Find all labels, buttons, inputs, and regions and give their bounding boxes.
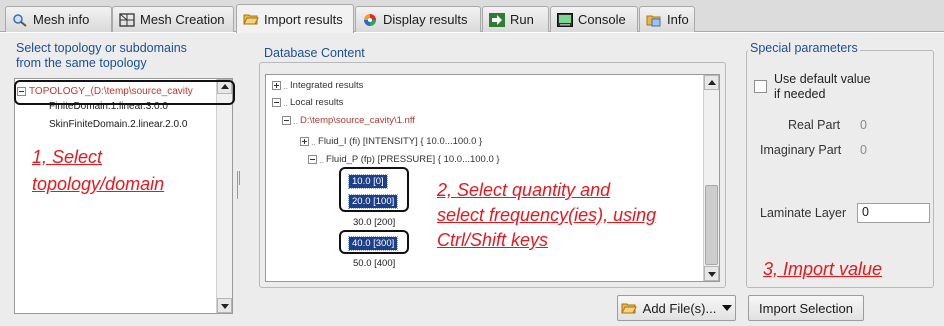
tab-run[interactable]: Run (482, 6, 549, 32)
tab-label: Run (510, 12, 534, 27)
splitter-grip[interactable] (237, 171, 241, 199)
collapse-icon[interactable] (282, 116, 291, 125)
annotation-step2-line3: Ctrl/Shift keys (437, 230, 549, 250)
tab-bar: Mesh info Mesh Creation Import results D… (0, 0, 944, 33)
tab-console[interactable]: Console (550, 6, 638, 32)
tab-import-results[interactable]: Import results (236, 4, 354, 33)
console-icon (557, 12, 573, 27)
tab-label: Mesh info (33, 12, 90, 27)
tab-info[interactable]: Info (639, 6, 695, 32)
tab-label: Import results (264, 11, 343, 27)
frequency-item-50[interactable]: 50.0 [400] (353, 258, 395, 269)
database-content-title: Database Content (262, 46, 367, 61)
database-tree-scrollbar[interactable] (703, 75, 719, 281)
import-selection-button[interactable]: Import Selection (748, 295, 864, 321)
add-files-label: Add File(s)... (642, 300, 717, 316)
scroll-down-icon[interactable] (704, 266, 719, 281)
expand-icon[interactable] (300, 137, 309, 146)
tab-label: Display results (383, 12, 468, 27)
highlight-box-frequencies-1 (339, 167, 409, 212)
scroll-down-icon[interactable] (217, 298, 232, 313)
tree-item-fluid-pressure[interactable]: .. Fluid_P (fp) [PRESSURE] { 10.0...100.0… (308, 154, 500, 165)
annotation-step2-line1: 2, Select quantity and (437, 180, 611, 200)
tree-item-nff-file[interactable]: .. D:\temp\source_cavity\1.nff (282, 115, 415, 126)
folder-open-icon (620, 301, 637, 315)
tree-item-local-results[interactable]: .. Local results (272, 97, 343, 108)
dropdown-arrow-icon[interactable] (722, 305, 733, 311)
imaginary-part-value: 0 (860, 143, 867, 157)
scrollbar-thumb[interactable] (705, 185, 718, 265)
laminate-layer-label: Laminate Layer (760, 206, 847, 220)
use-default-label: Use default value if needed (774, 72, 871, 101)
magnifier-icon (12, 13, 28, 27)
highlight-box-frequencies-2 (339, 230, 409, 254)
collapse-icon[interactable] (272, 98, 281, 107)
imaginary-part-label: Imaginary Part (760, 143, 842, 157)
tab-label: Info (667, 12, 689, 27)
laminate-layer-input[interactable]: 0 (857, 203, 930, 223)
list-item-skin-finite-domain[interactable]: SkinFiniteDomain.2.linear.2.0.0 (49, 119, 187, 130)
real-part-label: Real Part (788, 118, 841, 132)
collapse-icon[interactable] (308, 155, 317, 164)
topology-list[interactable]: TOPOLOGY_(D:\temp\source_cavity FiniteDo… (14, 78, 233, 314)
annotation-step3: 3, Import value (763, 259, 883, 279)
annotation-step2-line2: select frequency(ies), using (437, 205, 657, 225)
tab-display-results[interactable]: Display results (355, 6, 481, 32)
tab-mesh-info[interactable]: Mesh info (5, 6, 112, 32)
annotation-step1-line1: 1, Select (32, 147, 103, 167)
topology-panel-title: Select topology or subdomains from the s… (16, 41, 187, 70)
tab-mesh-creation[interactable]: Mesh Creation (112, 6, 234, 32)
folder-open-icon (243, 12, 259, 26)
scroll-up-icon[interactable] (704, 75, 719, 90)
frequency-item-30[interactable]: 30.0 [200] (353, 217, 395, 228)
use-default-checkbox[interactable] (754, 80, 767, 93)
highlight-box-topology (14, 80, 235, 105)
info-folder-icon (646, 13, 662, 27)
special-parameters-title: Special parameters (748, 41, 860, 56)
add-files-button[interactable]: Add File(s)... (617, 295, 736, 321)
tree-item-fluid-intensity[interactable]: .. Fluid_I (fi) [INTENSITY] { 10.0...100.… (300, 136, 482, 147)
tab-label: Console (578, 12, 626, 27)
expand-icon[interactable] (272, 81, 281, 90)
real-part-value: 0 (860, 118, 867, 132)
annotation-step1-line2: topology/domain (32, 174, 165, 194)
mesh-grid-icon (119, 12, 135, 27)
run-arrow-icon (489, 12, 505, 27)
color-wheel-icon (362, 13, 378, 27)
tab-label: Mesh Creation (140, 12, 225, 27)
tree-item-integrated-results[interactable]: .. Integrated results (272, 80, 363, 91)
topology-list-scrollbar[interactable] (216, 79, 232, 313)
